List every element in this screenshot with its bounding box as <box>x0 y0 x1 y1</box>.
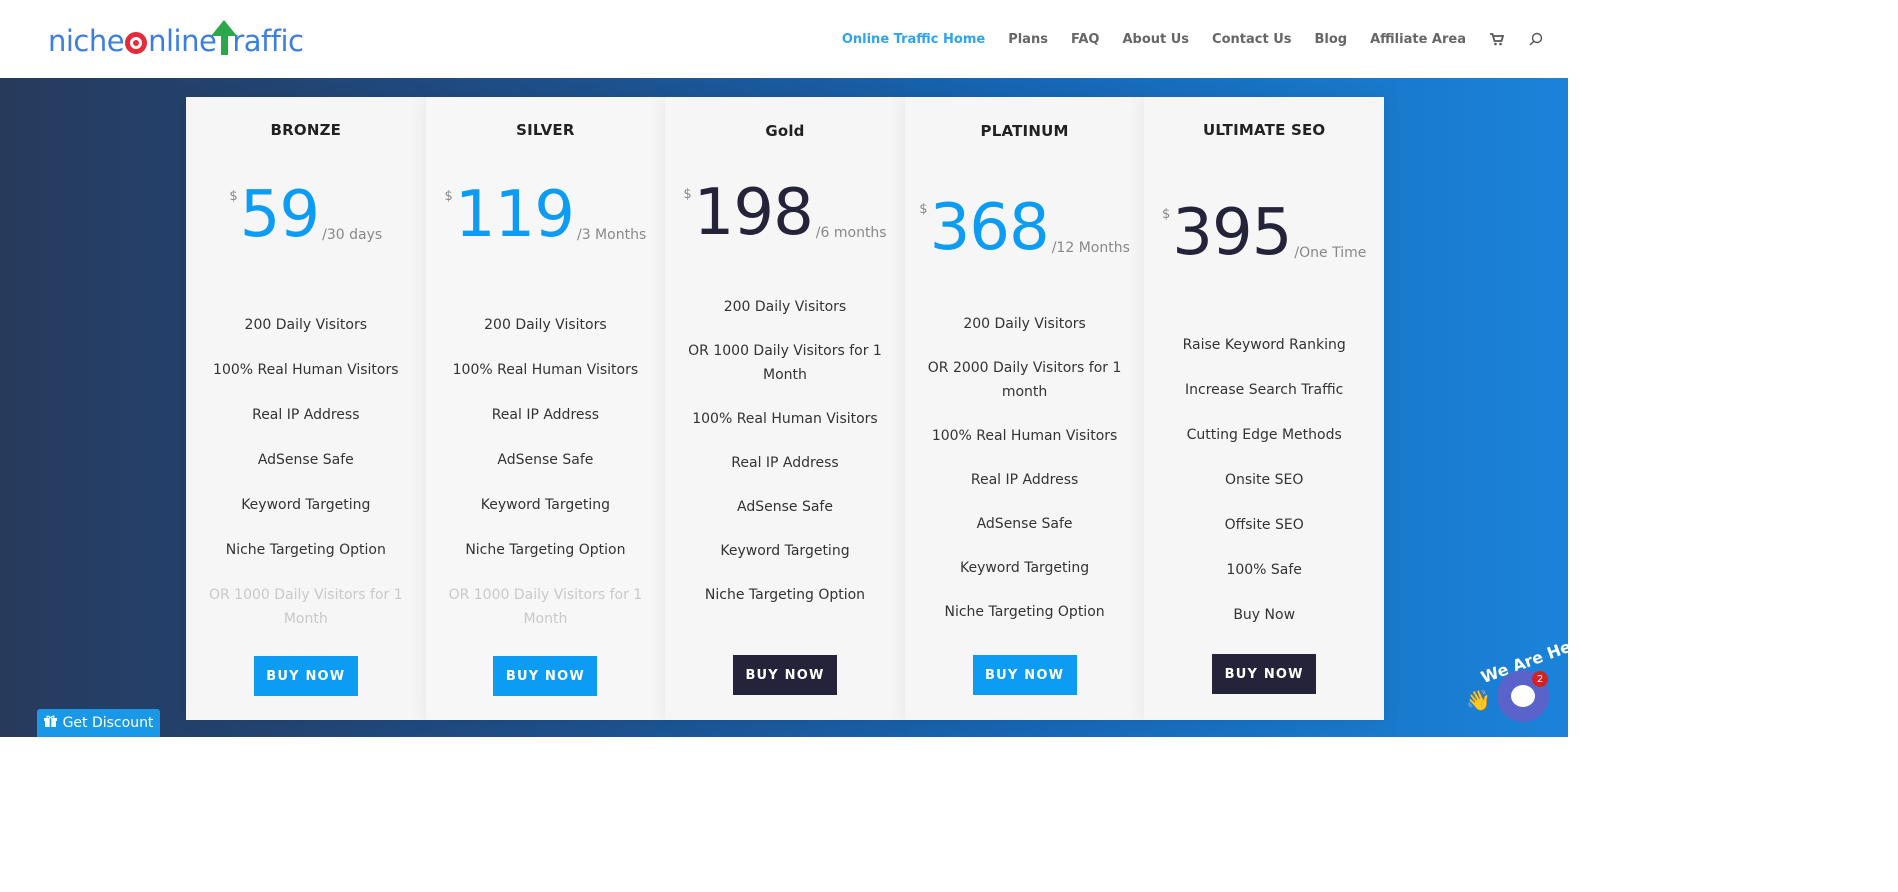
plan-gold: Gold $ 198 /6 months 200 Daily Visitors … <box>665 97 905 720</box>
feature-list: 200 Daily Visitors 100% Real Human Visit… <box>426 313 666 631</box>
plan-platinum: PLATINUM $ 368 /12 Months 200 Daily Visi… <box>904 97 1145 720</box>
feature-item: 200 Daily Visitors <box>963 316 1086 332</box>
feature-item-faded: OR 1000 Daily Visitors for 1 Month <box>208 587 403 627</box>
feature-item: 100% Real Human Visitors <box>452 362 639 378</box>
plan-bronze: BRONZE $ 59 /30 days 200 Daily Visitors … <box>186 97 426 720</box>
feature-list: 200 Daily Visitors 100% Real Human Visit… <box>186 313 426 631</box>
price-period: /6 months <box>815 225 887 241</box>
feature-item: AdSense Safe <box>257 452 354 468</box>
price-currency: $ <box>444 189 453 204</box>
feature-list: Raise Keyword Ranking Increase Search Tr… <box>1144 333 1384 627</box>
feature-list: 200 Daily Visitors OR 2000 Daily Visitor… <box>905 312 1145 624</box>
feature-item: 100% Safe <box>1226 562 1302 578</box>
feature-item: AdSense Safe <box>737 499 833 515</box>
arrow-up-icon <box>211 20 238 58</box>
feature-item: Keyword Targeting <box>720 543 850 559</box>
buy-now-button[interactable]: BUY NOW <box>253 656 358 696</box>
price-period: /3 Months <box>576 227 647 243</box>
logo-text-traffic: raffic <box>232 24 304 58</box>
feature-item: AdSense Safe <box>976 516 1073 532</box>
feature-item: Keyword Targeting <box>241 497 371 513</box>
feature-item: AdSense Safe <box>497 452 594 468</box>
waving-hand-icon: 👋 <box>1466 688 1491 712</box>
plan-title: SILVER <box>516 121 575 139</box>
feature-item: OR 2000 Daily Visitors for 1 month <box>927 360 1122 400</box>
price-amount: 368 <box>929 191 1050 265</box>
feature-item: Cutting Edge Methods <box>1186 427 1342 443</box>
feature-item: 100% Real Human Visitors <box>692 411 878 427</box>
nav-blog[interactable]: Blog <box>1315 32 1348 47</box>
feature-item: Niche Targeting Option <box>944 604 1105 620</box>
plan-ultimate-seo: ULTIMATE SEO $ 395 /One Time Raise Keywo… <box>1144 97 1384 720</box>
plan-title: Gold <box>765 122 805 140</box>
price-amount: 198 <box>693 176 814 250</box>
plan-silver: SILVER $ 119 /3 Months 200 Daily Visitor… <box>425 97 666 720</box>
feature-item: Offsite SEO <box>1224 517 1304 533</box>
feature-item: Raise Keyword Ranking <box>1182 337 1346 353</box>
feature-item: 200 Daily Visitors <box>244 317 368 333</box>
get-discount-button[interactable]: Get Discount <box>37 709 160 737</box>
buy-now-button[interactable]: BUY NOW <box>1212 654 1317 694</box>
nav-online-traffic-home[interactable]: Online Traffic Home <box>842 32 985 47</box>
price-period: /One Time <box>1294 245 1367 261</box>
get-discount-label: Get Discount <box>62 715 154 731</box>
nav-faq[interactable]: FAQ <box>1071 32 1100 47</box>
feature-item: 200 Daily Visitors <box>484 317 607 333</box>
price-currency: $ <box>919 202 928 217</box>
nav-plans[interactable]: Plans <box>1008 32 1048 47</box>
feature-item: Increase Search Traffic <box>1185 382 1344 398</box>
price-amount: 119 <box>454 178 575 252</box>
search-icon[interactable] <box>1528 31 1544 47</box>
chat-bubble-icon <box>1511 685 1535 707</box>
feature-item: OR 1000 Daily Visitors for 1 Month <box>688 343 882 383</box>
feature-item: Niche Targeting Option <box>704 587 866 603</box>
price-amount: 395 <box>1172 196 1292 270</box>
logo-text-online: nline <box>148 24 217 58</box>
target-icon <box>125 32 148 54</box>
feature-item: Real IP Address <box>491 407 600 423</box>
plan-price: $ 368 /12 Months <box>905 196 1145 260</box>
cart-icon[interactable] <box>1489 31 1505 47</box>
plan-price: $ 119 /3 Months <box>426 183 666 247</box>
buy-now-button[interactable]: BUY NOW <box>493 656 598 696</box>
price-amount: 59 <box>239 178 320 252</box>
feature-item: Onsite SEO <box>1224 472 1304 488</box>
feature-item-faded: OR 1000 Daily Visitors for 1 Month <box>448 587 643 627</box>
chat-unread-badge: 2 <box>1532 671 1548 687</box>
feature-item: Keyword Targeting <box>480 497 610 513</box>
plan-title: BRONZE <box>270 121 342 139</box>
feature-item: 200 Daily Visitors <box>723 299 847 315</box>
feature-item: Niche Targeting Option <box>465 542 626 558</box>
pricing-table: BRONZE $ 59 /30 days 200 Daily Visitors … <box>186 97 1384 720</box>
price-period: /12 Months <box>1051 240 1130 256</box>
plan-price: $ 59 /30 days <box>186 183 426 247</box>
buy-now-button[interactable]: BUY NOW <box>732 655 837 695</box>
feature-item: 100% Real Human Visitors <box>931 428 1118 444</box>
feature-item[interactable]: Buy Now <box>1144 603 1384 627</box>
plan-price: $ 395 /One Time <box>1144 201 1384 265</box>
feature-item: 100% Real Human Visitors <box>213 362 399 378</box>
price-currency: $ <box>1161 207 1171 222</box>
site-header: niche nline raffic Online Traffic Home P… <box>0 0 1568 78</box>
feature-item: Real IP Address <box>252 407 360 423</box>
feature-item: Real IP Address <box>731 455 839 471</box>
price-period: /30 days <box>322 227 383 243</box>
buy-now-button[interactable]: BUY NOW <box>972 655 1077 695</box>
nav-contact-us[interactable]: Contact Us <box>1212 32 1291 47</box>
site-logo[interactable]: niche nline raffic <box>48 14 304 58</box>
feature-item: Niche Targeting Option <box>225 542 386 558</box>
logo-text-niche: niche <box>48 24 125 58</box>
plan-title: PLATINUM <box>980 122 1069 140</box>
price-currency: $ <box>229 189 238 204</box>
gift-icon <box>43 715 57 732</box>
nav-about-us[interactable]: About Us <box>1122 32 1189 47</box>
feature-item: Keyword Targeting <box>959 560 1090 576</box>
feature-item: Real IP Address <box>970 472 1079 488</box>
price-currency: $ <box>683 187 692 202</box>
plan-title: ULTIMATE SEO <box>1203 121 1326 139</box>
feature-list: 200 Daily Visitors OR 1000 Daily Visitor… <box>665 295 905 607</box>
plan-price: $ 198 /6 months <box>665 181 905 245</box>
nav-affiliate-area[interactable]: Affiliate Area <box>1370 32 1466 47</box>
main-nav: Online Traffic Home Plans FAQ About Us C… <box>842 0 1544 78</box>
